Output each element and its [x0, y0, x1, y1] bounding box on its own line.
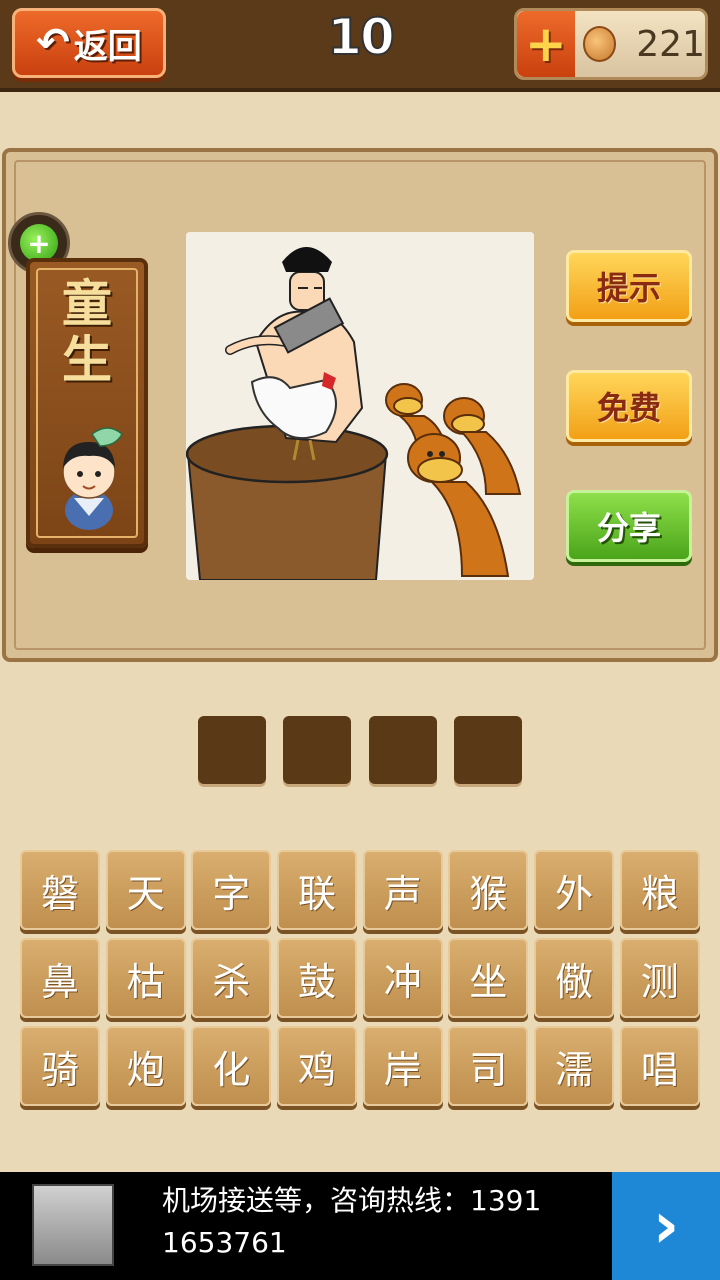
back-button[interactable]: ↶ 返回 — [12, 8, 166, 78]
answer-slot[interactable] — [283, 716, 351, 784]
share-button[interactable]: 分享 — [566, 490, 692, 562]
letter-key[interactable]: 枯 — [105, 938, 186, 1018]
letter-key[interactable]: 骑 — [20, 1026, 100, 1106]
letter-grid: 磐 天 字 联 声 猴 外 粮 鼻 枯 杀 鼓 冲 坐 儆 测 骑 炮 化 鸡 … — [20, 850, 700, 1106]
letter-key[interactable]: 测 — [619, 938, 700, 1018]
free-button[interactable]: 免费 — [566, 370, 692, 442]
letter-key[interactable]: 鸡 — [277, 1026, 358, 1106]
letter-key[interactable]: 炮 — [105, 1026, 186, 1106]
letter-key[interactable]: 儆 — [534, 938, 615, 1018]
puzzle-image — [186, 232, 534, 580]
letter-key[interactable]: 磐 — [20, 850, 100, 930]
letter-key[interactable]: 字 — [191, 850, 272, 930]
letter-key[interactable]: 唱 — [619, 1026, 700, 1106]
letter-key[interactable]: 鼻 — [20, 938, 100, 1018]
back-arrow-icon: ↶ — [36, 20, 70, 66]
chevron-right-icon[interactable]: › — [612, 1172, 720, 1280]
add-circle-icon: + — [20, 224, 58, 262]
letter-key[interactable]: 冲 — [362, 938, 443, 1018]
answer-slot[interactable] — [454, 716, 522, 784]
letter-key[interactable]: 天 — [105, 850, 186, 930]
scholar-avatar — [62, 427, 123, 530]
back-button-label: 返回 — [73, 26, 142, 67]
level-number: 10 — [326, 7, 396, 67]
rank-title: 童生 — [30, 276, 144, 388]
top-bar: ↶ 返回 10 + 221 — [0, 0, 720, 92]
letter-key[interactable]: 联 — [277, 850, 358, 930]
car-thumbnail — [32, 1184, 114, 1266]
letter-key[interactable]: 粮 — [619, 850, 700, 930]
rank-title-text: 童生 — [62, 275, 112, 389]
letter-key[interactable]: 外 — [534, 850, 615, 930]
letter-key[interactable]: 司 — [448, 1026, 529, 1106]
answer-slot[interactable] — [369, 716, 437, 784]
letter-key[interactable]: 坐 — [448, 938, 529, 1018]
letter-key[interactable]: 濡 — [534, 1026, 615, 1106]
coin-count: 221 — [636, 23, 705, 65]
letter-key[interactable]: 鼓 — [277, 938, 358, 1018]
rank-card: 童生 — [26, 258, 148, 548]
ad-text: 机场接送等，咨询热线：1391 1653761 — [162, 1184, 542, 1259]
ad-banner[interactable]: 机场接送等，咨询热线：1391 1653761 › — [0, 1172, 720, 1280]
coin-counter: + 221 — [514, 8, 708, 80]
letter-key[interactable]: 化 — [191, 1026, 272, 1106]
answer-slot[interactable] — [198, 716, 266, 784]
buy-coins-button[interactable]: + — [517, 11, 575, 77]
hint-button[interactable]: 提示 — [566, 250, 692, 322]
coin-icon — [582, 26, 617, 62]
letter-key[interactable]: 猴 — [448, 850, 529, 930]
letter-key[interactable]: 岸 — [362, 1026, 443, 1106]
letter-key[interactable]: 声 — [362, 850, 443, 930]
letter-key[interactable]: 杀 — [191, 938, 272, 1018]
